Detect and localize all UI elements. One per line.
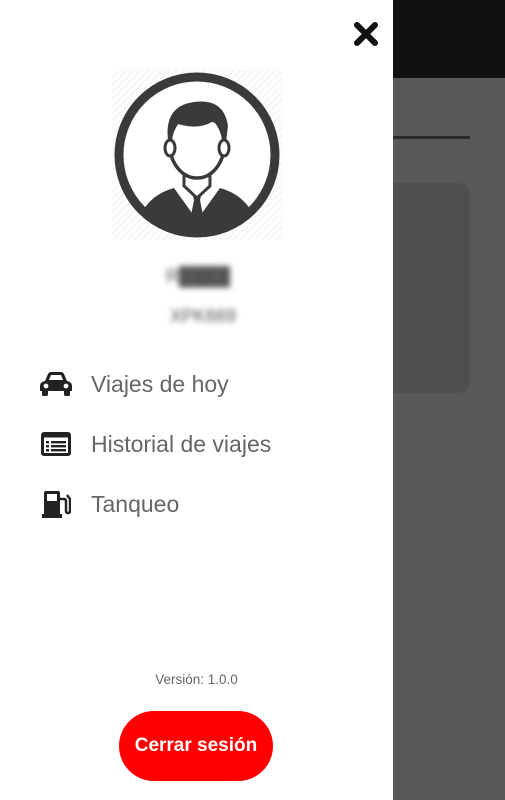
gas-pump-icon bbox=[38, 488, 74, 520]
menu-item-viajes-de-hoy[interactable]: Viajes de hoy bbox=[0, 354, 393, 414]
close-icon bbox=[354, 22, 378, 46]
user-name: R████ bbox=[165, 266, 230, 286]
logout-button[interactable]: Cerrar sesión bbox=[119, 711, 273, 781]
user-plate: XPK669 bbox=[169, 306, 237, 326]
close-button[interactable] bbox=[350, 18, 382, 50]
user-avatar-icon bbox=[114, 72, 280, 238]
list-icon bbox=[38, 428, 74, 460]
app-version: Versión: 1.0.0 bbox=[155, 672, 238, 687]
menu-item-label: Historial de viajes bbox=[91, 430, 272, 457]
background-tab-indicator bbox=[393, 136, 470, 139]
navigation-drawer: R████ XPK669 Viajes de hoy Historial de … bbox=[0, 0, 393, 800]
car-icon bbox=[38, 368, 74, 400]
drawer-menu: Viajes de hoy Historial de viajes Tanque… bbox=[0, 354, 393, 534]
menu-item-historial-de-viajes[interactable]: Historial de viajes bbox=[0, 414, 393, 474]
menu-item-tanqueo[interactable]: Tanqueo bbox=[0, 474, 393, 534]
menu-item-label: Tanqueo bbox=[91, 490, 180, 517]
menu-item-label: Viajes de hoy bbox=[91, 370, 229, 397]
avatar bbox=[112, 70, 282, 240]
